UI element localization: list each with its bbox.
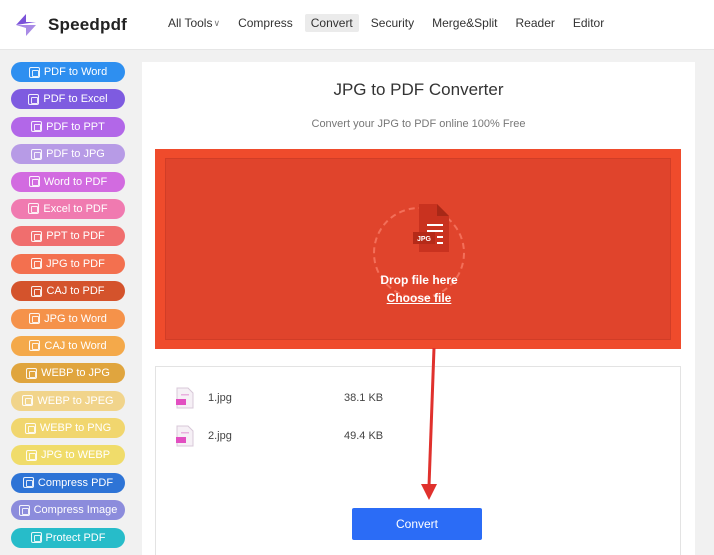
speedpdf-logo-icon — [16, 14, 36, 36]
dropzone-inner[interactable]: JPG Drop file here Choose file — [165, 158, 671, 340]
sidebar-item-caj-to-word[interactable]: CAJ to Word — [11, 335, 125, 356]
document-icon — [31, 230, 43, 242]
document-icon — [25, 449, 37, 461]
document-icon — [24, 422, 36, 434]
page-subtitle: Convert your JPG to PDF online 100% Free — [311, 118, 526, 130]
sidebar-item-label: WEBP to PNG — [39, 422, 112, 435]
sidebar-item-label: Excel to PDF — [43, 202, 108, 215]
document-icon — [22, 395, 34, 407]
sidebar-item-label: JPG to WEBP — [40, 449, 111, 462]
sidebar-item-jpg-to-word[interactable]: JPG to Word — [11, 308, 125, 329]
jpg-file-icon: JPG — [413, 204, 449, 252]
document-icon — [31, 285, 43, 297]
sidebar-item-word-to-pdf[interactable]: Word to PDF — [11, 171, 125, 192]
nav-item-label: Merge&Split — [432, 16, 498, 30]
nav-item-label: Reader — [515, 16, 555, 30]
page-title: JPG to PDF Converter — [333, 80, 504, 99]
nav-item-editor[interactable]: Editor — [567, 14, 610, 32]
sidebar-item-excel-to-pdf[interactable]: Excel to PDF — [11, 198, 125, 219]
file-badge-label: JPG — [417, 236, 432, 243]
app-name: Speedpdf — [48, 15, 128, 34]
nav-item-label: All Tools — [168, 16, 213, 30]
tool-sidebar: PDF to Word PDF to Excel PDF to PPT PDF to … — [11, 62, 125, 555]
chevron-down-icon: ∨ — [213, 18, 221, 28]
document-icon — [29, 340, 41, 352]
file-name: 1.jpg — [208, 392, 232, 404]
sidebar-item-label: WEBP to JPEG — [37, 394, 114, 407]
document-icon — [30, 532, 42, 544]
sidebar-item-label: PDF to Excel — [43, 93, 108, 106]
nav-item-security[interactable]: Security — [365, 14, 420, 32]
file-size: 49.4 KB — [344, 430, 384, 442]
image-file-icon — [176, 425, 194, 447]
sidebar-item-pdf-to-excel[interactable]: PDF to Excel — [11, 89, 125, 110]
sidebar-item-jpg-to-pdf[interactable]: JPG to PDF — [11, 253, 125, 274]
sidebar-item-pdf-to-jpg[interactable]: PDF to JPG — [11, 144, 125, 165]
top-header: Speedpdf All Tools ∨ Compress Convert Securi… — [0, 0, 714, 50]
sidebar-item-compress-image[interactable]: Compress Image — [11, 500, 125, 521]
nav-item-merge-split[interactable]: Merge&Split — [426, 14, 503, 32]
document-icon — [31, 148, 43, 160]
sidebar-item-label: PDF to Word — [43, 66, 108, 78]
sidebar-item-label: Word to PDF — [43, 175, 108, 188]
document-icon — [22, 477, 34, 489]
nav-item-label: Compress — [238, 16, 293, 30]
sidebar-item-webp-to-jpg[interactable]: WEBP to JPG — [11, 363, 125, 384]
converter-panel: JPG to PDF Converter Convert your JPG to… — [142, 62, 695, 555]
nav-item-label: Convert — [310, 16, 353, 30]
nav-item-all-tools[interactable]: All Tools ∨ — [162, 14, 226, 32]
file-dropzone[interactable]: JPG Drop file here Choose file — [155, 149, 681, 349]
main-nav: All Tools ∨ Compress Convert Security Merge&S… — [162, 14, 616, 32]
sidebar-item-label: Compress Image — [33, 504, 118, 517]
file-row[interactable]: 2.jpg 49.4 KB — [176, 424, 656, 448]
sidebar-item-label: PPT to PDF — [46, 230, 105, 243]
document-icon — [28, 93, 40, 105]
file-name: 2.jpg — [208, 430, 232, 442]
document-icon — [28, 176, 40, 188]
sidebar-item-webp-to-png[interactable]: WEBP to PNG — [11, 418, 125, 439]
sidebar-item-label: CAJ to PDF — [46, 285, 105, 298]
sidebar-item-ppt-to-pdf[interactable]: PPT to PDF — [11, 226, 125, 247]
document-icon — [18, 504, 30, 516]
sidebar-item-compress-pdf[interactable]: Compress PDF — [11, 472, 125, 493]
sidebar-item-label: Compress PDF — [37, 476, 114, 489]
sidebar-item-webp-to-jpeg[interactable]: WEBP to JPEG — [11, 390, 125, 411]
sidebar-item-label: CAJ to Word — [44, 339, 107, 352]
nav-item-convert[interactable]: Convert — [304, 14, 359, 32]
sidebar-item-jpg-to-webp[interactable]: JPG to WEBP — [11, 445, 125, 466]
sidebar-item-label: WEBP to JPG — [41, 367, 110, 380]
document-icon — [29, 313, 41, 325]
image-file-icon — [176, 387, 194, 409]
document-icon — [31, 258, 43, 270]
logo[interactable]: Speedpdf — [12, 10, 127, 40]
nav-item-compress[interactable]: Compress — [232, 14, 299, 32]
document-icon — [28, 203, 40, 215]
choose-file-link[interactable]: Choose file — [166, 291, 672, 305]
sidebar-item-caj-to-pdf[interactable]: CAJ to PDF — [11, 281, 125, 302]
document-icon — [28, 66, 40, 78]
drop-file-text: Drop file here — [380, 273, 458, 287]
document-icon — [31, 121, 43, 133]
sidebar-item-label: PDF to PPT — [46, 120, 105, 133]
file-row[interactable]: 1.jpg 38.1 KB — [176, 386, 656, 410]
sidebar-item-pdf-to-ppt[interactable]: PDF to PPT — [11, 116, 125, 137]
sidebar-item-protect-pdf[interactable]: Protect PDF — [11, 527, 125, 548]
sidebar-item-label: JPG to PDF — [46, 257, 105, 270]
nav-item-reader[interactable]: Reader — [510, 14, 561, 32]
sidebar-item-label: PDF to JPG — [46, 148, 105, 161]
document-icon — [26, 367, 38, 379]
nav-item-label: Editor — [572, 16, 605, 30]
sidebar-item-pdf-to-word[interactable]: PDF to Word — [11, 62, 125, 82]
convert-button[interactable]: Convert — [352, 508, 482, 540]
sidebar-item-label: Protect PDF — [45, 531, 106, 544]
file-size: 38.1 KB — [344, 392, 384, 404]
nav-item-label: Security — [370, 16, 415, 30]
sidebar-item-label: JPG to Word — [44, 312, 107, 325]
